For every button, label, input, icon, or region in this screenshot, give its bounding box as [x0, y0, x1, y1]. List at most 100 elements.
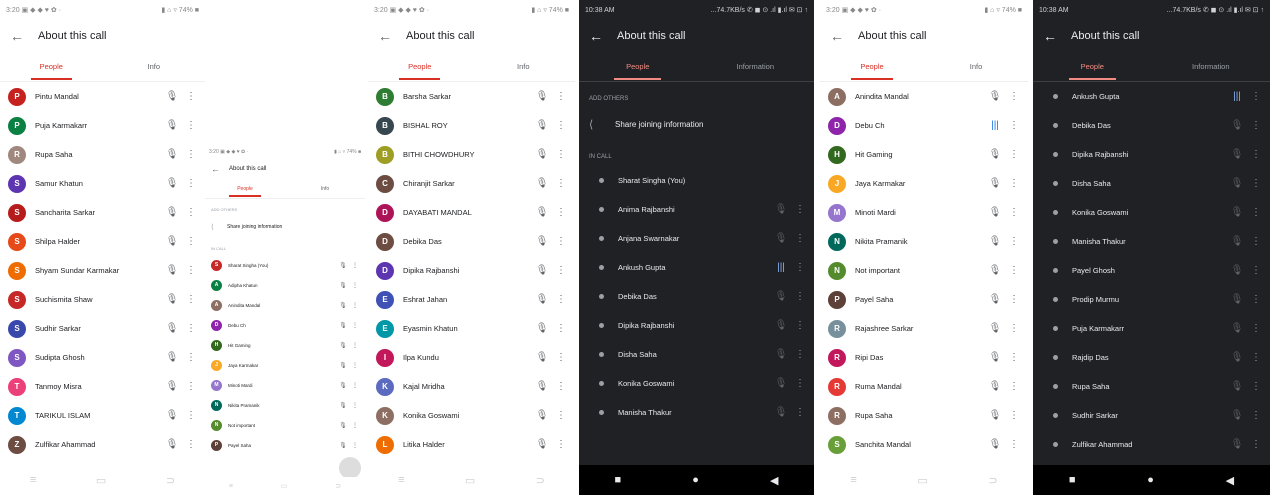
- more-options-icon[interactable]: ⋮: [555, 91, 567, 102]
- participant-row[interactable]: Ankush Gupta ||| ⋮: [579, 253, 814, 282]
- mic-off-icon[interactable]: 🎙: [159, 149, 185, 160]
- back-arrow-icon[interactable]: ←: [211, 164, 229, 174]
- more-options-icon[interactable]: ⋮: [185, 265, 197, 276]
- home-icon[interactable]: ▭: [281, 482, 288, 490]
- share-joining-info-button[interactable]: ⟨ Share joining information: [579, 108, 814, 140]
- mic-off-icon[interactable]: 🎙: [159, 178, 185, 189]
- mic-off-icon[interactable]: 🎙: [982, 381, 1008, 392]
- more-options-icon[interactable]: ⋮: [1250, 178, 1262, 189]
- more-options-icon[interactable]: ⋮: [351, 402, 359, 409]
- more-options-icon[interactable]: ⋮: [794, 233, 806, 244]
- mic-off-icon[interactable]: 🎙: [1224, 352, 1250, 363]
- tab-info[interactable]: Info: [472, 52, 576, 82]
- mic-off-icon[interactable]: 🎙: [159, 323, 185, 334]
- mic-off-icon[interactable]: 🎙: [982, 178, 1008, 189]
- more-options-icon[interactable]: ⋮: [794, 349, 806, 360]
- more-options-icon[interactable]: ⋮: [1008, 265, 1020, 276]
- mic-off-icon[interactable]: 🎙: [1224, 381, 1250, 392]
- menu-icon[interactable]: ≡: [229, 483, 233, 490]
- more-options-icon[interactable]: ⋮: [555, 323, 567, 334]
- mic-off-icon[interactable]: 🎙: [1224, 410, 1250, 421]
- mic-off-icon[interactable]: 🎙: [982, 149, 1008, 160]
- participant-row[interactable]: D Debu Ch 🎙 ⋮: [205, 315, 365, 335]
- mic-off-icon[interactable]: 🎙: [335, 362, 351, 369]
- participant-row[interactable]: M Minoti Mardi 🎙 ⋮: [820, 198, 1028, 227]
- mic-off-icon[interactable]: 🎙: [529, 91, 555, 102]
- more-options-icon[interactable]: ⋮: [1008, 410, 1020, 421]
- home-icon[interactable]: ●: [1147, 474, 1154, 486]
- participant-row[interactable]: N Nikita Pramanik 🎙 ⋮: [205, 395, 365, 415]
- home-icon[interactable]: ▭: [96, 474, 106, 487]
- mic-off-icon[interactable]: 🎙: [529, 178, 555, 189]
- more-options-icon[interactable]: ⋮: [1008, 178, 1020, 189]
- mic-off-icon[interactable]: 🎙: [335, 342, 351, 349]
- mic-off-icon[interactable]: 🎙: [1224, 120, 1250, 131]
- more-options-icon[interactable]: ⋮: [185, 323, 197, 334]
- more-options-icon[interactable]: ⋮: [555, 381, 567, 392]
- participant-row[interactable]: Manisha Thakur 🎙 ⋮: [579, 398, 814, 427]
- participant-row[interactable]: E Eshrat Jahan 🎙 ⋮: [368, 285, 575, 314]
- participant-row[interactable]: Dipika Rajbanshi 🎙 ⋮: [579, 311, 814, 340]
- mic-off-icon[interactable]: 🎙: [335, 422, 351, 429]
- more-options-icon[interactable]: ⋮: [555, 439, 567, 450]
- mic-off-icon[interactable]: 🎙: [768, 349, 794, 360]
- more-options-icon[interactable]: ⋮: [555, 294, 567, 305]
- mic-off-icon[interactable]: 🎙: [335, 402, 351, 409]
- participant-row[interactable]: K Konika Goswami 🎙 ⋮: [368, 401, 575, 430]
- participant-row[interactable]: S Suchismita Shaw 🎙 ⋮: [0, 285, 205, 314]
- mic-off-icon[interactable]: 🎙: [982, 91, 1008, 102]
- participant-row[interactable]: L Litika Halder 🎙 ⋮: [368, 430, 575, 459]
- mic-off-icon[interactable]: 🎙: [335, 262, 351, 269]
- participant-row[interactable]: R Ripi Das 🎙 ⋮: [820, 343, 1028, 372]
- participant-row[interactable]: Rupa Saha 🎙 ⋮: [1033, 372, 1270, 401]
- participant-row[interactable]: S Sanchita Mandal 🎙 ⋮: [820, 430, 1028, 459]
- tab-information[interactable]: Information: [697, 52, 815, 82]
- participant-row[interactable]: Debika Das 🎙 ⋮: [579, 282, 814, 311]
- participant-row[interactable]: A Anindita Mandal 🎙 ⋮: [205, 295, 365, 315]
- more-options-icon[interactable]: ⋮: [185, 91, 197, 102]
- more-options-icon[interactable]: ⋮: [185, 439, 197, 450]
- participant-row[interactable]: R Rupa Saha 🎙 ⋮: [820, 401, 1028, 430]
- tab-people[interactable]: People: [820, 52, 924, 82]
- mic-off-icon[interactable]: 🎙: [1224, 294, 1250, 305]
- more-options-icon[interactable]: ⋮: [1008, 236, 1020, 247]
- participant-row[interactable]: Disha Saha 🎙 ⋮: [1033, 169, 1270, 198]
- mic-off-icon[interactable]: 🎙: [982, 439, 1008, 450]
- mic-off-icon[interactable]: 🎙: [529, 236, 555, 247]
- more-options-icon[interactable]: ⋮: [555, 207, 567, 218]
- recents-icon[interactable]: ■: [615, 474, 622, 486]
- participant-row[interactable]: I Ilpa Kundu 🎙 ⋮: [368, 343, 575, 372]
- back-icon[interactable]: ⊃: [988, 474, 997, 487]
- participant-row[interactable]: Konika Goswami 🎙 ⋮: [1033, 198, 1270, 227]
- participant-row[interactable]: Puja Karmakarr 🎙 ⋮: [1033, 314, 1270, 343]
- participant-row[interactable]: Anima Rajbanshi 🎙 ⋮: [579, 195, 814, 224]
- more-options-icon[interactable]: ⋮: [1008, 120, 1020, 131]
- participant-row[interactable]: T Tanmoy Misra 🎙 ⋮: [0, 372, 205, 401]
- participant-row[interactable]: R Ruma Mandal 🎙 ⋮: [820, 372, 1028, 401]
- back-arrow-icon[interactable]: ←: [378, 28, 406, 44]
- mic-off-icon[interactable]: 🎙: [159, 236, 185, 247]
- mic-off-icon[interactable]: 🎙: [768, 407, 794, 418]
- mic-off-icon[interactable]: 🎙: [1224, 439, 1250, 450]
- mic-off-icon[interactable]: 🎙: [529, 120, 555, 131]
- participant-row[interactable]: S Sancharita Sarkar 🎙 ⋮: [0, 198, 205, 227]
- mic-off-icon[interactable]: 🎙: [982, 323, 1008, 334]
- more-options-icon[interactable]: ⋮: [794, 291, 806, 302]
- more-options-icon[interactable]: ⋮: [351, 382, 359, 389]
- more-options-icon[interactable]: ⋮: [185, 381, 197, 392]
- mic-off-icon[interactable]: 🎙: [529, 410, 555, 421]
- participant-row[interactable]: Sharat Singha (You): [579, 166, 814, 195]
- back-arrow-icon[interactable]: ←: [830, 28, 858, 44]
- tab-info[interactable]: Info: [924, 52, 1028, 82]
- more-options-icon[interactable]: ⋮: [1250, 236, 1262, 247]
- participant-row[interactable]: Manisha Thakur 🎙 ⋮: [1033, 227, 1270, 256]
- mic-off-icon[interactable]: 🎙: [982, 294, 1008, 305]
- more-options-icon[interactable]: ⋮: [1250, 410, 1262, 421]
- participant-row[interactable]: K Kajal Mridha 🎙 ⋮: [368, 372, 575, 401]
- participant-row[interactable]: Sudhir Sarkar 🎙 ⋮: [1033, 401, 1270, 430]
- mic-off-icon[interactable]: 🎙: [529, 439, 555, 450]
- more-options-icon[interactable]: ⋮: [794, 407, 806, 418]
- menu-icon[interactable]: ≡: [398, 474, 404, 486]
- mic-off-icon[interactable]: 🎙: [768, 291, 794, 302]
- back-icon[interactable]: ⊃: [335, 482, 341, 490]
